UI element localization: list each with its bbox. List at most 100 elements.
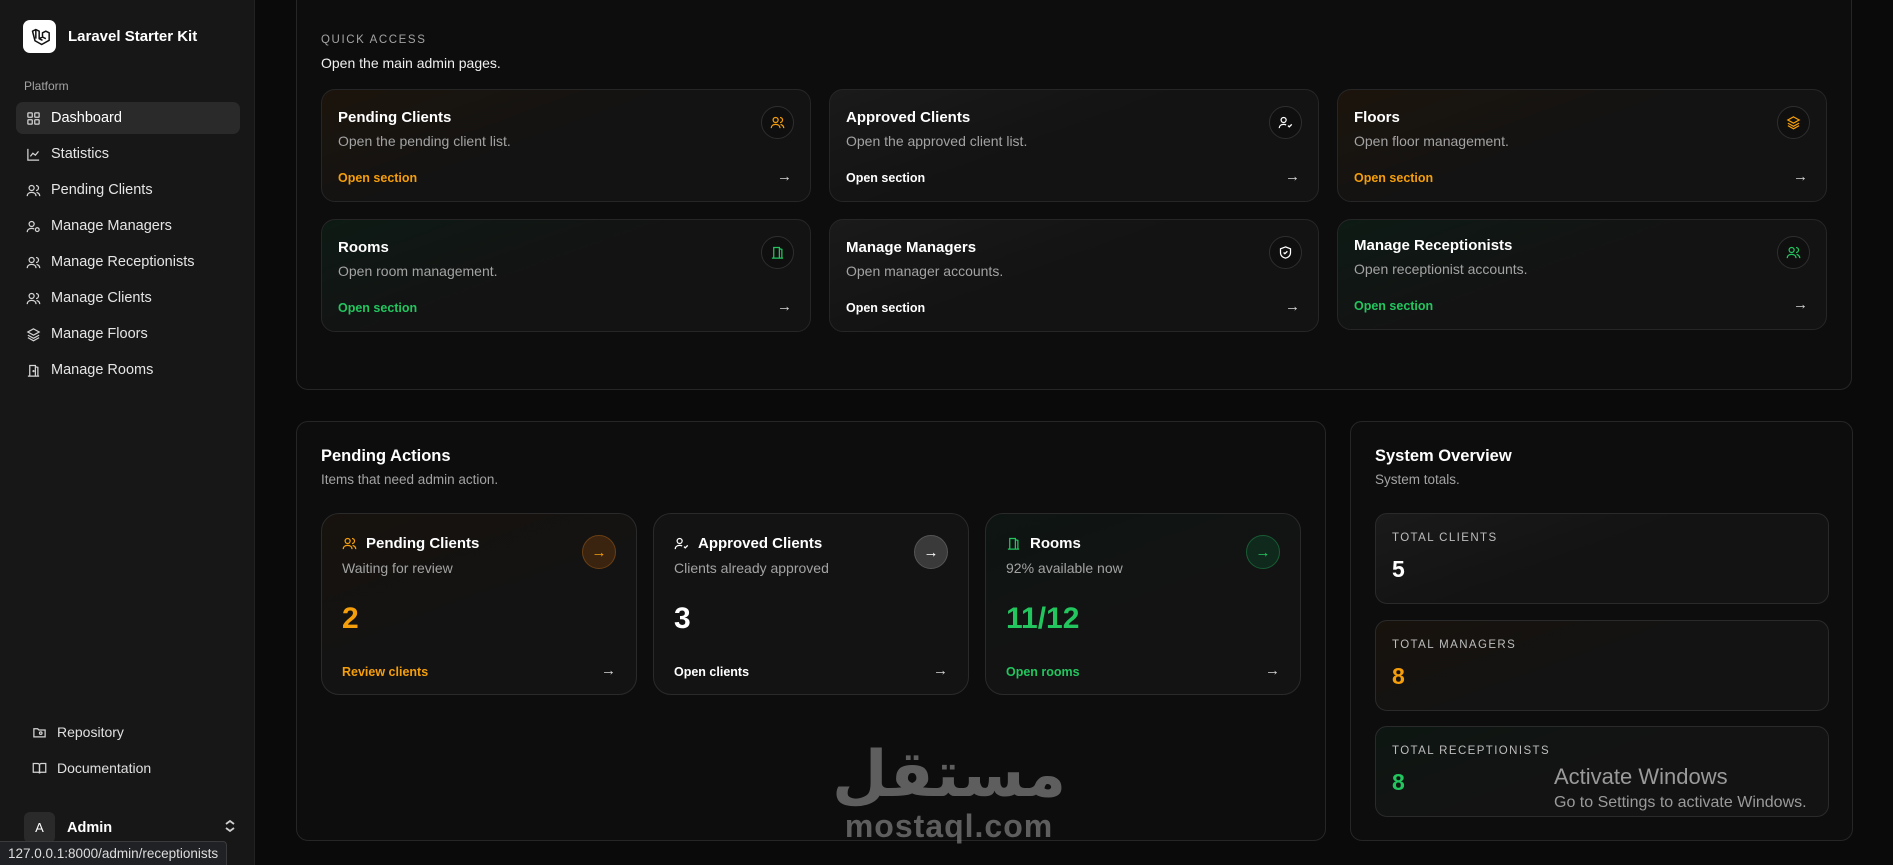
pa-card-approved-clients[interactable]: Approved Clients Clients already approve… bbox=[653, 513, 969, 695]
pa-card-title: Rooms bbox=[1030, 535, 1081, 552]
pa-arrow-button[interactable]: → bbox=[582, 535, 616, 569]
pa-card-header: Rooms bbox=[1006, 535, 1081, 552]
laravel-logo-icon bbox=[23, 20, 56, 53]
pa-card-desc: Waiting for review bbox=[342, 560, 453, 576]
pa-arrow-button[interactable]: → bbox=[1246, 535, 1280, 569]
qa-card-title: Floors bbox=[1354, 109, 1400, 126]
mostaql-watermark: مستقل mostaql.com bbox=[832, 742, 1066, 845]
pa-card-value: 3 bbox=[674, 602, 691, 635]
user-check-icon bbox=[674, 536, 689, 551]
pa-arrow-button[interactable]: → bbox=[914, 535, 948, 569]
sidebar-item-dashboard[interactable]: Dashboard bbox=[16, 102, 240, 134]
qa-card-approved-clients[interactable]: Approved Clients Open the approved clien… bbox=[829, 89, 1319, 202]
sidebar-item-label: Manage Rooms bbox=[51, 362, 154, 378]
sidebar-item-manage-managers[interactable]: Manage Managers bbox=[16, 210, 240, 242]
users-icon bbox=[761, 106, 794, 139]
quick-access-panel: QUICK ACCESS Open the main admin pages. … bbox=[296, 0, 1852, 390]
sidebar-item-label: Manage Clients bbox=[51, 290, 152, 306]
sidebar-item-pending-clients[interactable]: Pending Clients bbox=[16, 174, 240, 206]
pa-card-title: Approved Clients bbox=[698, 535, 823, 552]
book-icon bbox=[31, 760, 47, 776]
stat-label: TOTAL RECEPTIONISTS bbox=[1392, 745, 1551, 757]
sidebar-item-label: Manage Receptionists bbox=[51, 254, 195, 270]
arrow-right-icon: → bbox=[1265, 662, 1280, 679]
qa-card-title: Approved Clients bbox=[846, 109, 971, 126]
qa-card-manage-managers[interactable]: Manage Managers Open manager accounts. O… bbox=[829, 219, 1319, 332]
documentation-label: Documentation bbox=[57, 760, 152, 776]
open-clients-link[interactable]: Open clients bbox=[674, 665, 749, 679]
open-section-link[interactable]: Open section bbox=[338, 301, 417, 315]
arrow-right-icon: → bbox=[1255, 543, 1271, 561]
users-icon bbox=[1777, 236, 1810, 269]
pa-card-desc: Clients already approved bbox=[674, 560, 829, 576]
status-url: 127.0.0.1:8000/admin/receptionists bbox=[0, 841, 228, 865]
quick-access-eyebrow: QUICK ACCESS bbox=[321, 34, 427, 46]
pa-card-header: Approved Clients bbox=[674, 535, 822, 552]
brand[interactable]: Laravel Starter Kit bbox=[23, 20, 197, 53]
open-section-link[interactable]: Open section bbox=[846, 171, 925, 185]
review-clients-link[interactable]: Review clients bbox=[342, 665, 428, 679]
sidebar-item-manage-rooms[interactable]: Manage Rooms bbox=[16, 354, 240, 386]
pa-card-title: Pending Clients bbox=[366, 535, 480, 552]
activation-title: Activate Windows bbox=[1554, 764, 1728, 789]
chevrons-up-down-icon bbox=[224, 819, 236, 836]
arrow-right-icon: → bbox=[777, 168, 792, 185]
sidebar-item-statistics[interactable]: Statistics bbox=[16, 138, 240, 170]
chart-icon bbox=[25, 146, 41, 162]
quick-access-subtitle: Open the main admin pages. bbox=[321, 55, 501, 71]
sidebar-nav: Dashboard Statistics Pending Clients Man… bbox=[16, 102, 240, 390]
pending-actions-title: Pending Actions bbox=[321, 447, 451, 465]
qa-card-title: Rooms bbox=[338, 239, 389, 256]
qa-card-manage-receptionists[interactable]: Manage Receptionists Open receptionist a… bbox=[1337, 219, 1827, 330]
stat-total-managers: TOTAL MANAGERS 8 bbox=[1375, 620, 1829, 711]
sidebar-item-label: Pending Clients bbox=[51, 182, 153, 198]
documentation-link[interactable]: Documentation bbox=[24, 752, 234, 784]
sidebar-item-manage-receptionists[interactable]: Manage Receptionists bbox=[16, 246, 240, 278]
pending-actions-subtitle: Items that need admin action. bbox=[321, 472, 499, 487]
repository-link[interactable]: Repository bbox=[24, 716, 234, 748]
user-name: Admin bbox=[67, 819, 113, 836]
qa-card-desc: Open floor management. bbox=[1354, 133, 1509, 149]
sidebar-item-label: Manage Floors bbox=[51, 326, 148, 342]
arrow-right-icon: → bbox=[933, 662, 948, 679]
qa-card-title: Manage Receptionists bbox=[1354, 237, 1513, 254]
sidebar-item-label: Statistics bbox=[51, 146, 110, 162]
pa-card-rooms[interactable]: Rooms 92% available now → 11/12 Open roo… bbox=[985, 513, 1301, 695]
open-section-link[interactable]: Open section bbox=[1354, 299, 1433, 313]
open-section-link[interactable]: Open section bbox=[1354, 171, 1433, 185]
qa-card-floors[interactable]: Floors Open floor management. Open secti… bbox=[1337, 89, 1827, 202]
qa-card-title: Manage Managers bbox=[846, 239, 977, 256]
door-icon bbox=[761, 236, 794, 269]
open-rooms-link[interactable]: Open rooms bbox=[1006, 665, 1080, 679]
arrow-right-icon: → bbox=[923, 543, 939, 561]
qa-card-title: Pending Clients bbox=[338, 109, 452, 126]
users-icon bbox=[25, 290, 41, 306]
sidebar-item-manage-clients[interactable]: Manage Clients bbox=[16, 282, 240, 314]
user-check-icon bbox=[1269, 106, 1302, 139]
nav-section-label: Platform bbox=[24, 79, 69, 93]
pa-card-pending-clients[interactable]: Pending Clients Waiting for review → 2 R… bbox=[321, 513, 637, 695]
qa-card-desc: Open room management. bbox=[338, 263, 498, 279]
sidebar-item-manage-floors[interactable]: Manage Floors bbox=[16, 318, 240, 350]
stat-value: 8 bbox=[1392, 663, 1405, 689]
qa-card-pending-clients[interactable]: Pending Clients Open the pending client … bbox=[321, 89, 811, 202]
open-section-link[interactable]: Open section bbox=[846, 301, 925, 315]
system-overview-subtitle: System totals. bbox=[1375, 472, 1460, 487]
arrow-right-icon: → bbox=[1285, 298, 1300, 315]
brand-name: Laravel Starter Kit bbox=[68, 28, 198, 45]
user-menu[interactable]: A Admin bbox=[24, 812, 236, 843]
user-cog-icon bbox=[25, 218, 41, 234]
stat-value: 8 bbox=[1392, 769, 1405, 795]
open-section-link[interactable]: Open section bbox=[338, 171, 417, 185]
layers-icon bbox=[25, 326, 41, 342]
door-icon bbox=[25, 362, 41, 378]
windows-activation-notice: Activate Windows Go to Settings to activ… bbox=[1554, 764, 1807, 812]
qa-card-rooms[interactable]: Rooms Open room management. Open section… bbox=[321, 219, 811, 332]
pa-card-value: 11/12 bbox=[1006, 602, 1080, 635]
sidebar-item-label: Dashboard bbox=[51, 110, 122, 126]
pending-actions-panel: Pending Actions Items that need admin ac… bbox=[296, 421, 1326, 841]
qa-card-desc: Open the pending client list. bbox=[338, 133, 511, 149]
users-icon bbox=[342, 536, 357, 551]
qa-card-desc: Open receptionist accounts. bbox=[1354, 261, 1528, 277]
pa-card-header: Pending Clients bbox=[342, 535, 479, 552]
